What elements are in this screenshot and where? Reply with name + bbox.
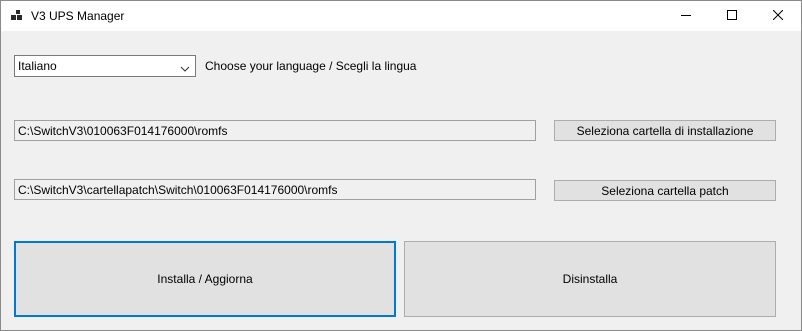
language-label: Choose your language / Scegli la lingua (205, 59, 417, 73)
close-icon (772, 9, 784, 23)
app-icon (11, 10, 23, 22)
install-path-field[interactable]: C:\SwitchV3\010063F014176000\romfs (14, 120, 536, 141)
maximize-button[interactable] (709, 1, 755, 31)
language-selected: Italiano (18, 59, 57, 73)
maximize-icon (727, 9, 737, 23)
uninstall-button[interactable]: Disinstalla (404, 241, 776, 317)
language-dropdown[interactable]: Italiano (14, 55, 196, 77)
title-bar[interactable]: V3 UPS Manager (1, 1, 801, 31)
minimize-icon (681, 9, 691, 23)
close-button[interactable] (755, 1, 801, 31)
install-update-button[interactable]: Installa / Aggiorna (14, 241, 396, 317)
select-install-folder-button[interactable]: Seleziona cartella di installazione (554, 120, 776, 141)
chevron-down-icon (180, 62, 190, 72)
patch-path-field[interactable]: C:\SwitchV3\cartellapatch\Switch\010063F… (14, 179, 536, 200)
select-patch-folder-button[interactable]: Seleziona cartella patch (554, 180, 776, 201)
minimize-button[interactable] (663, 1, 709, 31)
window-title: V3 UPS Manager (31, 9, 125, 23)
app-window: V3 UPS Manager Italiano Choose your lang… (0, 0, 802, 331)
